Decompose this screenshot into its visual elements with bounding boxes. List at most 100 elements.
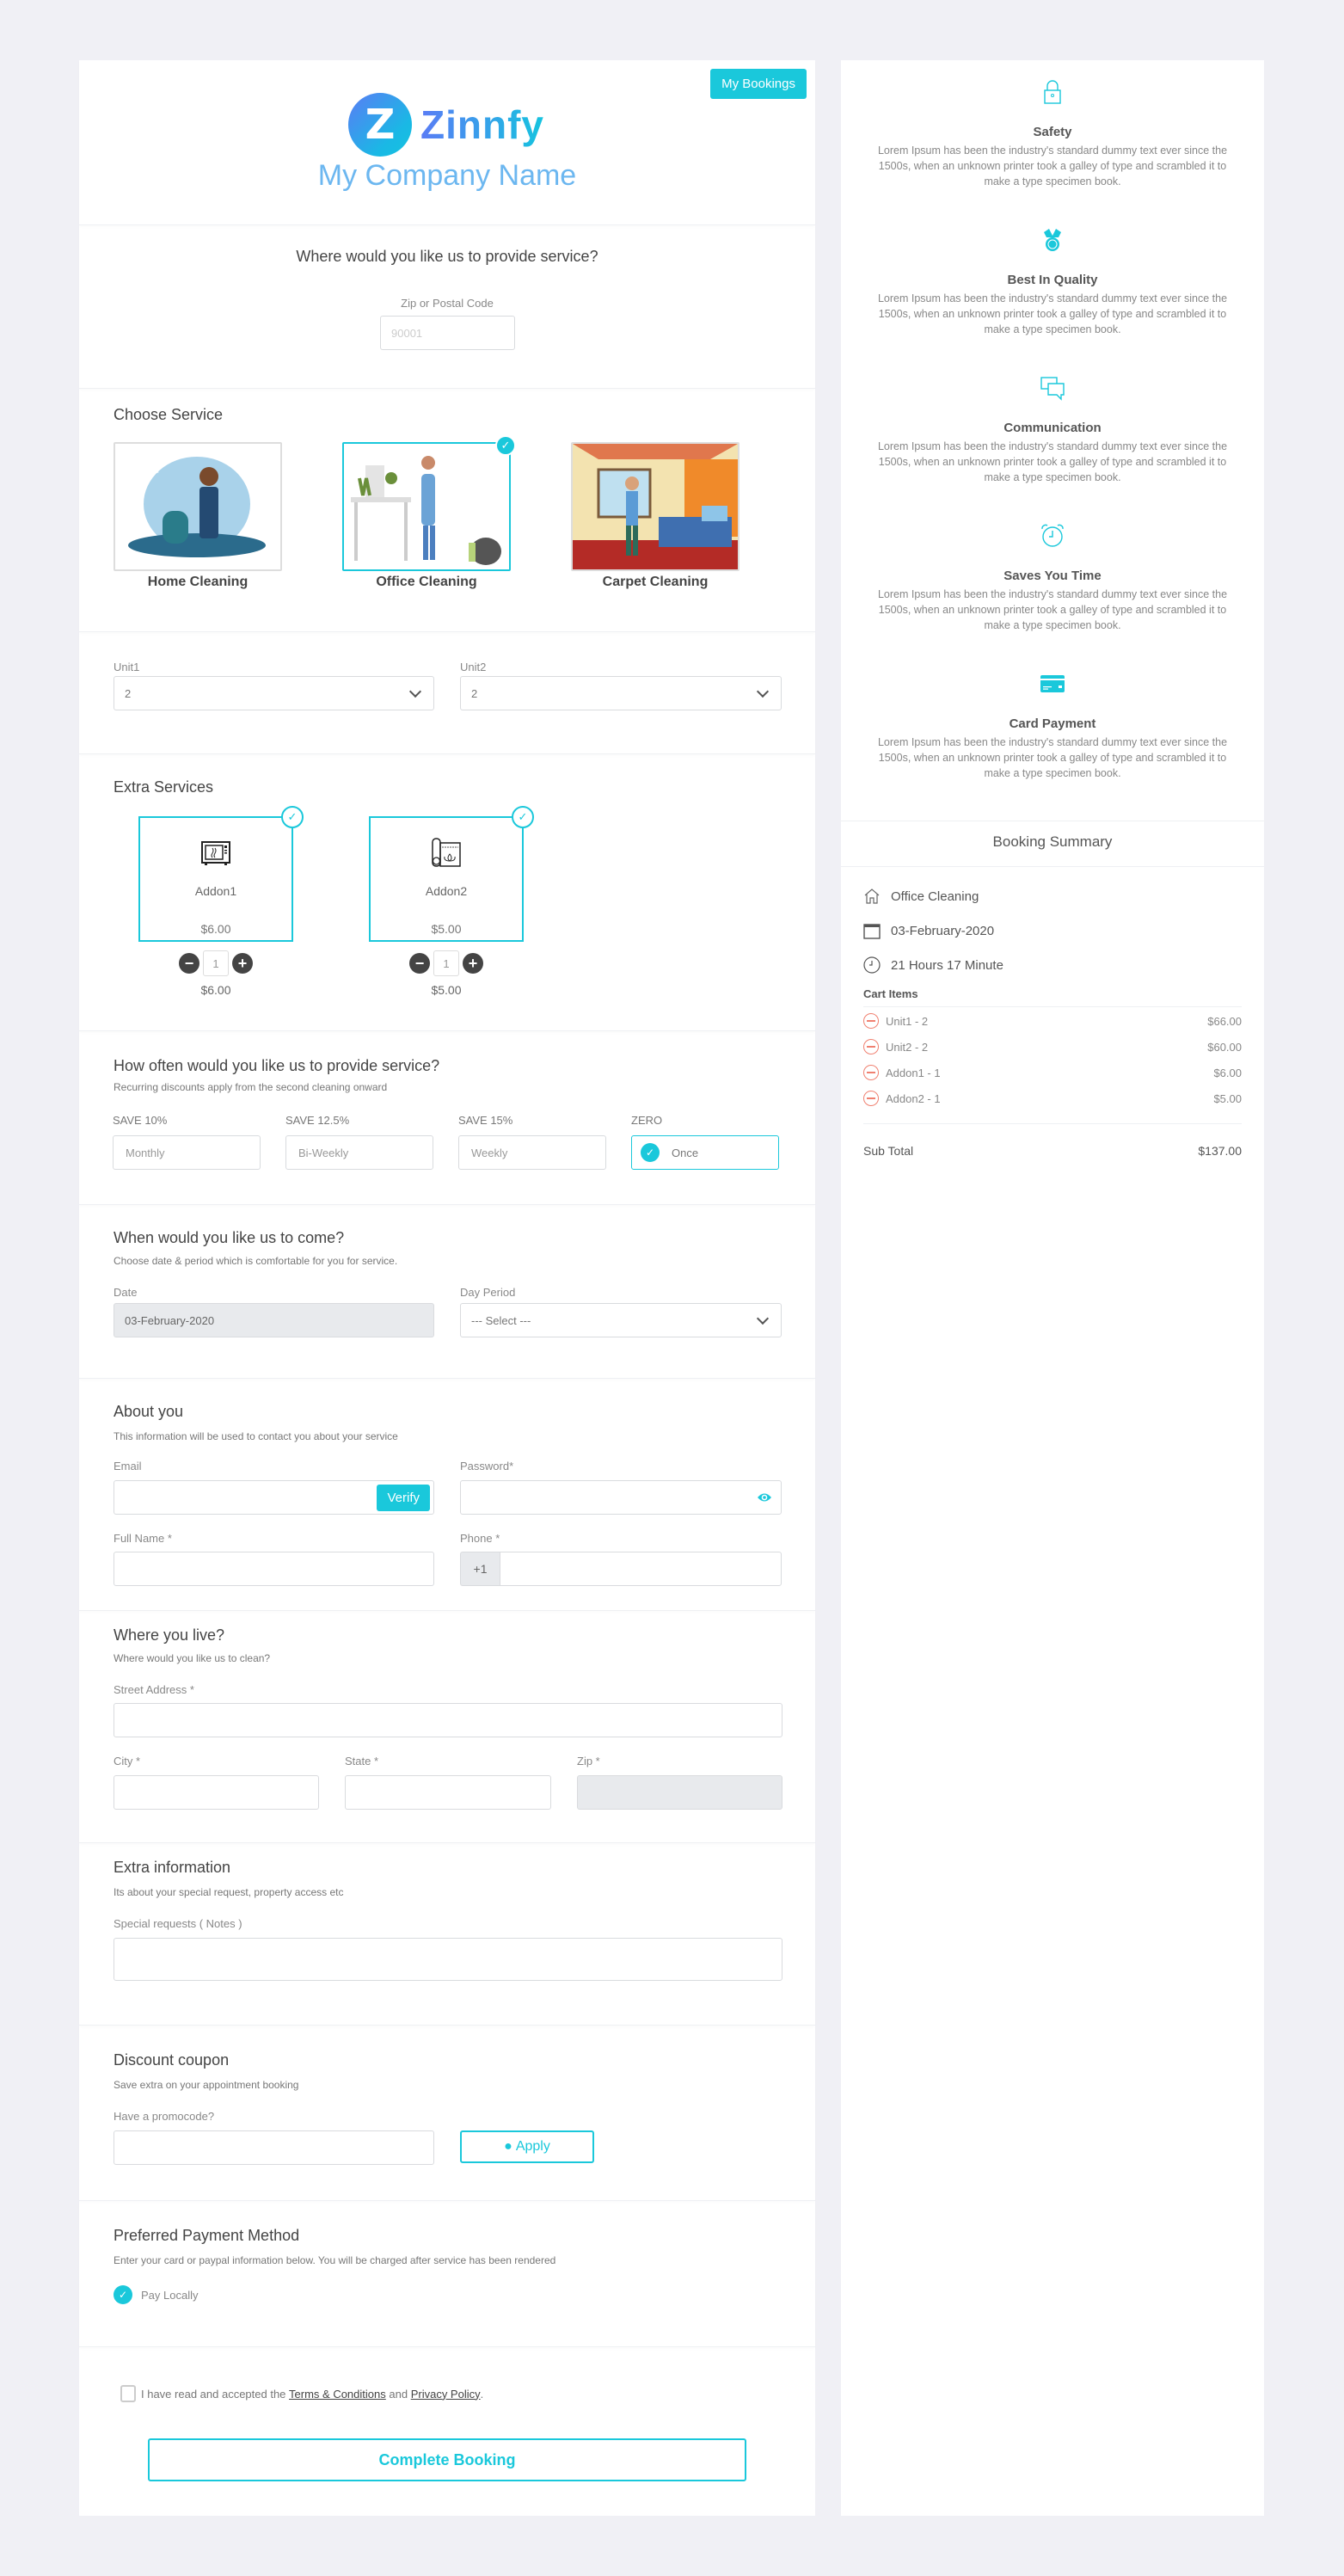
frequency-option-once[interactable]: ZERO ✓ Once: [631, 1114, 779, 1170]
pay-locally-option[interactable]: ✓ Pay Locally: [114, 2285, 198, 2304]
feature-title: Card Payment: [1009, 716, 1096, 731]
payment-title: Preferred Payment Method: [114, 2227, 300, 2244]
zip-field[interactable]: [577, 1775, 782, 1810]
cart-item-price: $66.00: [1207, 1014, 1242, 1028]
phone-label: Phone *: [460, 1532, 500, 1545]
unit2-select[interactable]: 2: [460, 676, 782, 710]
discount-label: SAVE 15%: [458, 1114, 513, 1127]
home-icon: [864, 888, 880, 904]
eye-icon[interactable]: [757, 1491, 772, 1503]
frequency-option-box: Monthly: [113, 1135, 261, 1170]
booking-form-panel: My Bookings Z Zinnfy My Company Name Whe…: [79, 60, 815, 2516]
feature-safety: Safety Lorem Ipsum has been the industry…: [841, 79, 1264, 189]
remove-item-icon[interactable]: [863, 1013, 879, 1029]
service-card-home-cleaning[interactable]: Home Cleaning: [114, 442, 282, 590]
booking-summary-title: Booking Summary: [992, 833, 1113, 850]
terms-row: I have read and accepted the Terms & Con…: [120, 2385, 483, 2402]
discount-label: SAVE 10%: [113, 1114, 168, 1127]
service-list: Home Cleaning ✓ Office Cleaning Carpet C…: [114, 435, 800, 590]
cart-item-price: $5.00: [1213, 1091, 1242, 1105]
quantity-input[interactable]: 1: [203, 950, 229, 976]
terms-checkbox[interactable]: [120, 2385, 136, 2402]
address-section: Where you live? Where would you like us …: [79, 1611, 815, 1843]
addon-price: $6.00: [200, 922, 231, 936]
divider: [841, 866, 1264, 867]
address-title: Where you live?: [114, 1626, 225, 1644]
terms-prefix: I have read and accepted the: [141, 2387, 286, 2401]
promo-label: Have a promocode?: [114, 2110, 215, 2123]
unit2-label: Unit2: [460, 661, 487, 673]
city-label: City *: [114, 1755, 141, 1768]
phone-prefix: +1: [460, 1552, 500, 1586]
day-period-select[interactable]: --- Select ---: [460, 1303, 782, 1337]
divider: [863, 1006, 1242, 1007]
password-input[interactable]: [460, 1480, 782, 1515]
state-input[interactable]: [345, 1775, 551, 1810]
frequency-option-label: Once: [672, 1146, 699, 1159]
promo-input[interactable]: [114, 2130, 434, 2165]
service-name: Home Cleaning: [147, 575, 249, 589]
cart-item-label: Unit1 - 2: [886, 1014, 929, 1028]
cart-item-price: $60.00: [1207, 1040, 1242, 1054]
remove-item-icon[interactable]: [863, 1039, 879, 1054]
cart-item: Unit1 - 2 $66.00: [863, 1013, 1242, 1029]
fullname-input[interactable]: [114, 1552, 434, 1586]
addon-total: $5.00: [431, 983, 462, 997]
feature-title: Saves You Time: [1003, 569, 1102, 583]
quantity-input[interactable]: 1: [433, 950, 459, 976]
privacy-link[interactable]: Privacy Policy: [411, 2388, 481, 2401]
discount-label: ZERO: [631, 1114, 663, 1127]
feature-quality: Best In Quality Lorem Ipsum has been the…: [841, 227, 1264, 337]
selected-check-icon: ✓: [495, 435, 516, 456]
pay-locally-label: Pay Locally: [141, 2288, 199, 2302]
addon2-select[interactable]: Addon2 $5.00 ✓: [369, 806, 534, 942]
increment-button[interactable]: +: [463, 953, 483, 974]
schedule-title: When would you like us to come?: [114, 1229, 345, 1246]
verify-button[interactable]: Verify: [377, 1485, 430, 1511]
units-section: Unit1 2 Unit2 2: [79, 632, 815, 754]
increment-button[interactable]: +: [232, 953, 253, 974]
frequency-option-biweekly[interactable]: SAVE 12.5% Bi-Weekly: [285, 1114, 433, 1170]
frequency-option-box: Bi-Weekly: [285, 1135, 433, 1170]
remove-item-icon[interactable]: [863, 1065, 879, 1080]
feature-description: Lorem Ipsum has been the industry's stan…: [877, 440, 1228, 483]
email-label: Email: [114, 1460, 142, 1472]
service-card-office-cleaning[interactable]: ✓ Office Cleaning: [342, 435, 516, 590]
email-input[interactable]: Verify: [114, 1480, 434, 1515]
frequency-option-box: Weekly: [458, 1135, 606, 1170]
service-card-carpet-cleaning[interactable]: Carpet Cleaning: [571, 442, 740, 590]
addon-card: Addon2 $5.00 ✓ − 1 + $5.00: [369, 806, 534, 997]
my-bookings-button[interactable]: My Bookings: [710, 69, 807, 99]
terms-link[interactable]: Terms & Conditions: [289, 2388, 386, 2401]
addon-total: $6.00: [200, 983, 231, 997]
zip-input[interactable]: 90001: [380, 316, 515, 350]
city-input[interactable]: [114, 1775, 319, 1810]
summary-service: Office Cleaning: [863, 888, 979, 905]
feature-title: Best In Quality: [1007, 273, 1098, 287]
yoga-mat-icon: [432, 838, 461, 867]
logo-text: Zinnfy: [420, 102, 544, 147]
unit1-select[interactable]: 2: [114, 676, 434, 710]
extra-services-title: Extra Services: [114, 778, 214, 796]
date-input[interactable]: 03-February-2020: [114, 1303, 434, 1337]
chat-icon: [1040, 377, 1065, 401]
complete-booking-button[interactable]: Complete Booking: [148, 2438, 746, 2481]
remove-item-icon[interactable]: [863, 1091, 879, 1106]
decrement-button[interactable]: −: [179, 953, 199, 974]
feature-description: Lorem Ipsum has been the industry's stan…: [877, 588, 1228, 631]
decrement-button[interactable]: −: [409, 953, 430, 974]
street-input[interactable]: [114, 1703, 782, 1737]
summary-date-value: 03-February-2020: [891, 923, 995, 938]
frequency-option-monthly[interactable]: SAVE 10% Monthly: [113, 1114, 261, 1170]
check-icon: ✓: [641, 1143, 660, 1162]
credit-card-icon: [1040, 675, 1065, 692]
apply-button[interactable]: ● Apply: [460, 2130, 594, 2163]
notes-label: Special requests ( Notes ): [114, 1917, 242, 1930]
feature-description: Lorem Ipsum has been the industry's stan…: [877, 292, 1228, 335]
notes-textarea[interactable]: [114, 1938, 782, 1981]
location-title: Where would you like us to provide servi…: [296, 248, 598, 265]
phone-input[interactable]: [500, 1552, 782, 1586]
coupon-section: Discount coupon Save extra on your appoi…: [79, 2026, 815, 2201]
addon1-select[interactable]: Addon1 $6.00 ✓: [138, 806, 304, 942]
frequency-option-weekly[interactable]: SAVE 15% Weekly: [458, 1114, 606, 1170]
